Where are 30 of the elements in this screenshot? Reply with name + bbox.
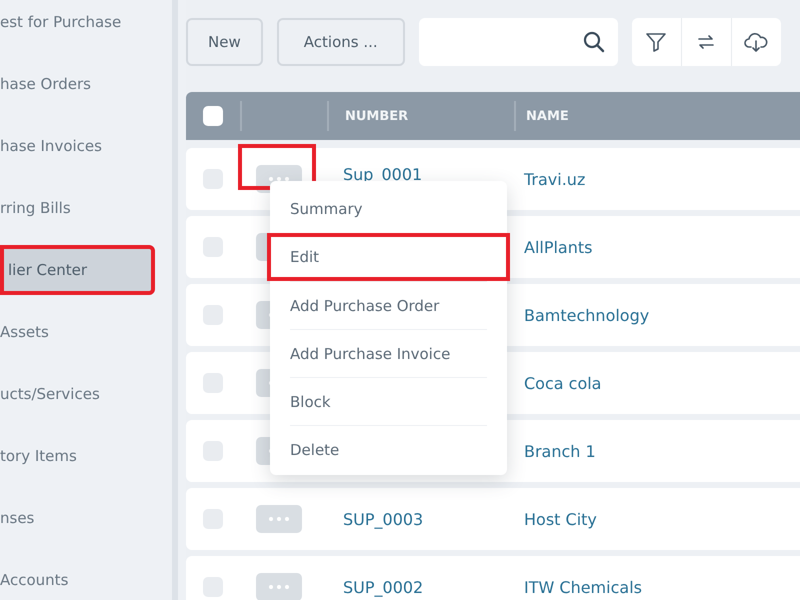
sidebar-item[interactable]: Accounts (0, 555, 155, 600)
supplier-name-link[interactable]: AllPlants (524, 238, 592, 256)
menu-item[interactable]: Delete (290, 425, 487, 473)
menu-item[interactable]: Edit (267, 233, 510, 281)
supplier-name-link[interactable]: Coca cola (524, 374, 602, 392)
sidebar-item[interactable]: lier Center (0, 245, 155, 295)
sidebar-item[interactable]: hase Invoices (0, 121, 155, 171)
toolbar-button[interactable]: Actions ... (276, 18, 405, 66)
toolbar-button[interactable]: New (186, 18, 263, 66)
sidebar-item[interactable]: rring Bills (0, 183, 155, 233)
sidebar-item[interactable]: ucts/Services (0, 369, 155, 419)
sidebar-item[interactable]: nses (0, 493, 155, 543)
menu-item[interactable]: Add Purchase Invoice (290, 329, 487, 377)
sidebar-item[interactable]: est for Purchase (0, 0, 155, 47)
menu-item[interactable]: Add Purchase Order (290, 281, 487, 329)
supplier-name-link[interactable]: ITW Chemicals (524, 578, 642, 596)
header-checkbox[interactable] (203, 106, 223, 126)
search-field[interactable] (418, 18, 618, 66)
supplier-name-link[interactable]: Host City (524, 510, 597, 528)
supplier-number-link[interactable]: SUP_0002 (343, 578, 424, 596)
supplier-name-link[interactable]: Branch 1 (524, 442, 596, 460)
sidebar-item[interactable]: tory Items (0, 431, 155, 481)
sidebar-item[interactable]: hase Orders (0, 59, 155, 109)
menu-item[interactable]: Block (290, 377, 487, 425)
supplier-name-link[interactable]: Travi.uz (524, 170, 586, 188)
supplier-number-link[interactable]: SUP_0003 (343, 510, 424, 528)
menu-item[interactable]: Summary (290, 185, 487, 233)
search-icon[interactable] (582, 30, 606, 54)
supplier-name-link[interactable]: Bamtechnology (524, 306, 650, 324)
sidebar-item[interactable]: Assets (0, 307, 155, 357)
